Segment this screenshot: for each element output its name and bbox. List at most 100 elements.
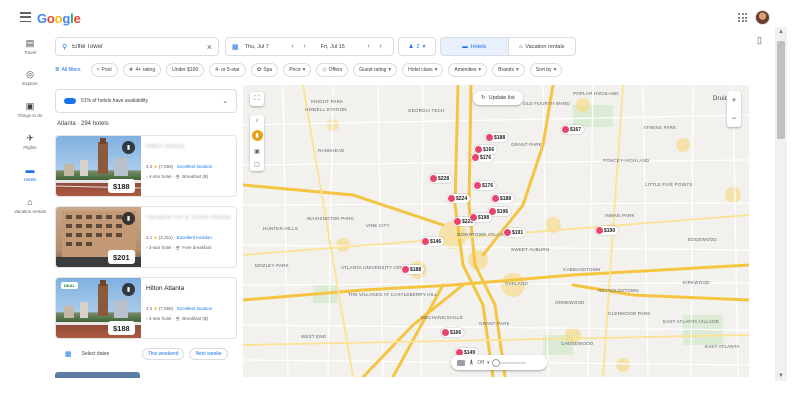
saved-panel-icon[interactable]: ▯ bbox=[757, 35, 762, 46]
scroll-thumb[interactable] bbox=[777, 41, 785, 139]
restaurant-icon[interactable]: ♁ bbox=[255, 118, 260, 124]
chip-guest-rating[interactable]: Guest rating ▾ bbox=[353, 63, 398, 77]
hotel-price-pin[interactable]: $224 bbox=[447, 194, 471, 203]
chevron-down-icon: ▾ bbox=[302, 67, 306, 73]
checkin-date[interactable]: Thu, Jul 7 bbox=[245, 44, 287, 50]
bookmark-icon[interactable]: ▮ bbox=[122, 141, 135, 154]
hotel-price-pin[interactable]: $146 bbox=[421, 237, 445, 246]
transit-icon[interactable]: ▢ bbox=[254, 161, 260, 168]
opacity-slider[interactable] bbox=[492, 358, 527, 367]
chip-pool[interactable]: ≈ Pool bbox=[90, 63, 118, 77]
place-label: INMAN PARK bbox=[605, 213, 635, 218]
search-box: ⚲ × bbox=[55, 37, 219, 56]
this-weekend-button[interactable]: This weekend bbox=[141, 348, 185, 360]
nav-travel[interactable]: ▤ Travel bbox=[0, 38, 60, 55]
chip-offers[interactable]: ◇ Offers bbox=[316, 63, 349, 77]
next-hotel-card-peek[interactable] bbox=[55, 372, 140, 378]
bookmark-icon[interactable]: ▮ bbox=[122, 283, 135, 296]
chip-under-price[interactable]: Under $100 bbox=[166, 63, 205, 77]
chip-price[interactable]: Price ▾ bbox=[283, 63, 312, 77]
hotel-price-pin[interactable]: $188 bbox=[491, 194, 515, 203]
hotel-card[interactable]: ▮ $188 Hilton Atlanta 4.2 ★ (7,558) · Ex… bbox=[55, 135, 237, 197]
chip-brands[interactable]: Brands ▾ bbox=[492, 63, 525, 77]
hotel-price-pin[interactable]: $176 bbox=[471, 153, 495, 162]
update-list-label: Update list bbox=[488, 95, 515, 101]
hotel-price-pin[interactable]: $228 bbox=[429, 174, 453, 183]
tab-label: Vacation rentals bbox=[525, 43, 565, 50]
hotel-price-pin[interactable]: $167 bbox=[561, 125, 585, 134]
update-list-button[interactable]: ↻ Update list bbox=[473, 91, 523, 105]
zoom-in-icon[interactable]: + bbox=[731, 95, 736, 105]
clear-icon[interactable]: × bbox=[207, 42, 212, 52]
tab-hotels[interactable]: ▬ Hotels bbox=[441, 38, 508, 55]
fullscreen-icon[interactable]: ⛶ bbox=[250, 92, 264, 106]
google-logo[interactable]: Google bbox=[37, 11, 81, 26]
chip-all-filters[interactable]: ≣ All filters bbox=[55, 63, 86, 77]
guests-selector[interactable]: ♟ 2 ▾ bbox=[398, 37, 436, 56]
zoom-out-icon[interactable]: − bbox=[731, 113, 736, 123]
scroll-down-icon[interactable]: ▼ bbox=[778, 373, 784, 379]
chip-sort-by[interactable]: Sort by ▾ bbox=[529, 63, 563, 77]
place-label: CHOSEWOOD bbox=[561, 341, 594, 346]
place-label: REYNOLDSTOWN bbox=[598, 288, 639, 293]
chip-label: Guest rating bbox=[359, 67, 387, 73]
place-label: POPLAR HIGHLAND bbox=[573, 91, 619, 96]
place-label: KNIGHT PARK bbox=[311, 99, 344, 104]
checkin-prev-icon[interactable]: ‹ bbox=[287, 43, 299, 50]
pegman-icon[interactable]: 🚶︎ bbox=[468, 360, 474, 366]
scroll-up-icon[interactable]: ▲ bbox=[778, 29, 784, 35]
nav-vacation-rentals[interactable]: ⌂ Vacation rentals bbox=[0, 197, 60, 214]
checkout-date[interactable]: Fri, Jul 15 bbox=[321, 44, 363, 50]
hotel-price-pin[interactable]: $198 bbox=[469, 213, 493, 222]
search-input[interactable] bbox=[72, 43, 207, 50]
hotel-price-pin[interactable]: $188 bbox=[485, 133, 509, 142]
hotel-price-pin[interactable]: $166 bbox=[474, 145, 498, 154]
tab-vacation-rentals[interactable]: ⌂ Vacation rentals bbox=[507, 38, 576, 55]
chip-rating[interactable]: ★ 4+ rating bbox=[122, 63, 162, 77]
camera-icon[interactable]: ▣ bbox=[254, 148, 260, 155]
chip-amenities[interactable]: Amenities ▾ bbox=[448, 63, 488, 77]
nav-explore[interactable]: ◎ Explore bbox=[0, 69, 60, 86]
select-dates-label: Select dates bbox=[81, 351, 110, 357]
checkin-next-icon[interactable]: › bbox=[299, 43, 311, 50]
calendar-icon[interactable]: ▦ bbox=[232, 43, 239, 51]
place-label: EAST ATLANTA VILLAGE bbox=[663, 319, 720, 324]
hotel-price-pin[interactable]: $176 bbox=[473, 181, 497, 190]
chip-label: All filters bbox=[61, 67, 81, 73]
nav-flights[interactable]: ✈ Flights bbox=[0, 133, 60, 150]
slider-knob[interactable] bbox=[492, 358, 501, 367]
hotel-card[interactable]: DEAL ▮ $188 Hilton Atlanta 4.2 ★ (7,558)… bbox=[55, 277, 237, 339]
avatar[interactable] bbox=[755, 10, 770, 25]
hotel-price-pin[interactable]: $190 bbox=[595, 226, 619, 235]
layers-icon[interactable] bbox=[457, 359, 465, 366]
chevron-down-icon[interactable]: ▾ bbox=[487, 360, 490, 366]
hotel-card[interactable]: ▮ $201 Hampton Inn & Suites Atlanta 4.1 … bbox=[55, 206, 237, 268]
hotel-name[interactable]: Hampton Inn & Suites Atlanta bbox=[146, 214, 231, 221]
place-label: MOZLEY PARK bbox=[255, 263, 289, 268]
nav-things-to-do[interactable]: ▣ Things to do bbox=[0, 101, 60, 118]
page-scrollbar[interactable]: ▲ ▼ bbox=[775, 27, 787, 381]
availability-toggle[interactable] bbox=[64, 98, 76, 104]
place-label: GRANT PARK bbox=[511, 142, 542, 147]
bookmark-icon[interactable]: ▮ bbox=[122, 212, 135, 225]
place-label: OAKLAND bbox=[505, 281, 528, 286]
chip-star-class[interactable]: 4- or 5-star bbox=[209, 63, 246, 77]
map-view[interactable]: KNIGHT PARK HOWELL STATION GEORGIA TECH … bbox=[243, 85, 749, 377]
chip-spa[interactable]: ✿ Spa bbox=[250, 63, 279, 77]
hotel-name[interactable]: Hilton Atlanta bbox=[146, 285, 184, 292]
hotel-price-pin[interactable]: $188 bbox=[401, 265, 425, 274]
main-menu-icon[interactable] bbox=[20, 12, 31, 22]
next-weekend-button[interactable]: Next weeke bbox=[189, 348, 228, 360]
chip-label: Amenities bbox=[454, 67, 477, 73]
hotel-layer-icon[interactable]: ▮ bbox=[251, 130, 263, 142]
hotel-price-pin[interactable]: $166 bbox=[441, 328, 465, 337]
checkout-next-icon[interactable]: › bbox=[375, 43, 387, 50]
hotel-name[interactable]: Hilton Atlanta bbox=[146, 143, 184, 150]
nav-label: Flights bbox=[23, 145, 37, 150]
apps-grid-icon[interactable] bbox=[738, 13, 747, 22]
checkout-prev-icon[interactable]: ‹ bbox=[363, 43, 375, 50]
chip-hotel-class[interactable]: Hotel class ▾ bbox=[402, 63, 444, 77]
availability-banner[interactable]: 51% of hotels have availability ⌄ bbox=[55, 89, 237, 113]
nav-hotels[interactable]: ▬ Hotels bbox=[0, 165, 60, 182]
hotel-price-pin[interactable]: $191 bbox=[503, 228, 527, 237]
